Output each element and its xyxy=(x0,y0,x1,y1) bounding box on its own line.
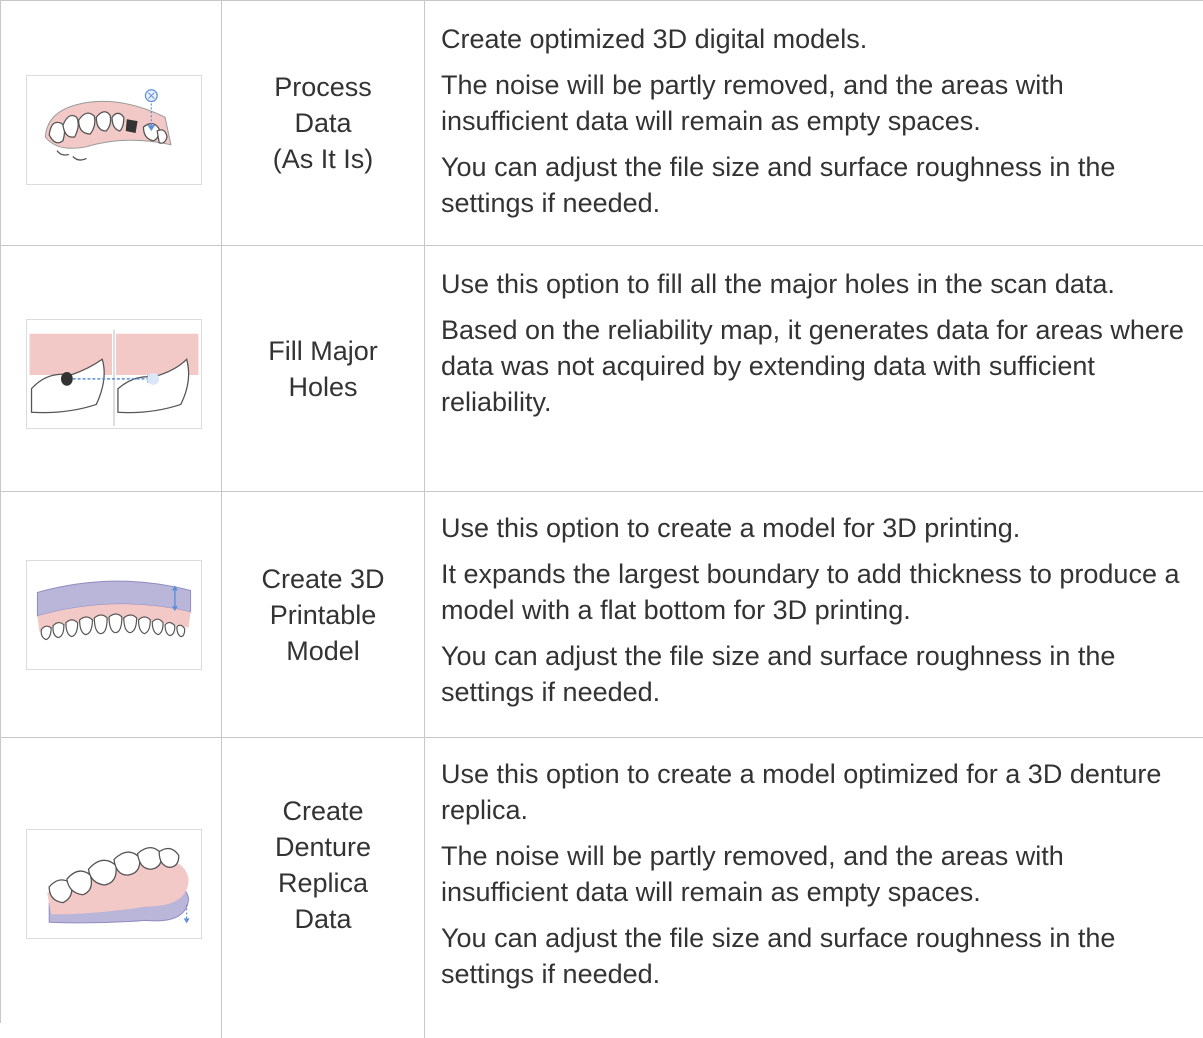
description-line: Use this option to fill all the major ho… xyxy=(441,269,1115,299)
description-line: The noise will be partly removed, and th… xyxy=(441,841,1064,907)
image-cell xyxy=(1,246,222,491)
description-line: You can adjust the file size and surface… xyxy=(441,152,1116,218)
printable-model-icon xyxy=(26,560,202,670)
option-name-cell: Create 3D Printable Model xyxy=(222,492,425,737)
option-description: Use this option to create a model optimi… xyxy=(425,738,1203,1038)
option-name-cell: Process Data (As It Is) xyxy=(222,1,425,245)
option-description: Use this option to create a model for 3D… xyxy=(425,492,1203,737)
denture-replica-icon xyxy=(26,829,202,939)
option-description: Create optimized 3D digital models. The … xyxy=(425,1,1203,245)
image-cell xyxy=(1,492,222,737)
description-line: Based on the reliability map, it generat… xyxy=(441,315,1184,417)
option-name: Create 3D Printable Model xyxy=(261,563,385,666)
image-cell xyxy=(1,738,222,1038)
table-row: Create Denture Replica Data Use this opt… xyxy=(1,738,1203,1038)
description-line: Use this option to create a model for 3D… xyxy=(441,513,1021,543)
image-cell xyxy=(1,1,222,245)
description-line: You can adjust the file size and surface… xyxy=(441,641,1116,707)
table-row: Fill Major Holes Use this option to fill… xyxy=(1,246,1203,492)
description-line: You can adjust the file size and surface… xyxy=(441,923,1116,989)
option-name-cell: Create Denture Replica Data xyxy=(222,738,425,1038)
option-description: Use this option to fill all the major ho… xyxy=(425,246,1203,491)
option-name: Process Data (As It Is) xyxy=(272,72,374,174)
table-row: Create 3D Printable Model Use this optio… xyxy=(1,492,1203,738)
table-row: Process Data (As It Is) Create optimized… xyxy=(1,1,1203,246)
description-line: The noise will be partly removed, and th… xyxy=(441,70,1064,136)
option-name-cell: Fill Major Holes xyxy=(222,246,425,491)
description-line: It expands the largest boundary to add t… xyxy=(441,559,1180,625)
fill-holes-icon xyxy=(26,319,202,429)
dental-arch-process-icon xyxy=(26,75,202,185)
options-table: Process Data (As It Is) Create optimized… xyxy=(0,0,1203,1038)
description-line: Use this option to create a model optimi… xyxy=(441,759,1162,825)
option-name: Fill Major Holes xyxy=(268,335,378,402)
description-line: Create optimized 3D digital models. xyxy=(441,24,868,54)
option-name: Create Denture Replica Data xyxy=(274,796,372,934)
